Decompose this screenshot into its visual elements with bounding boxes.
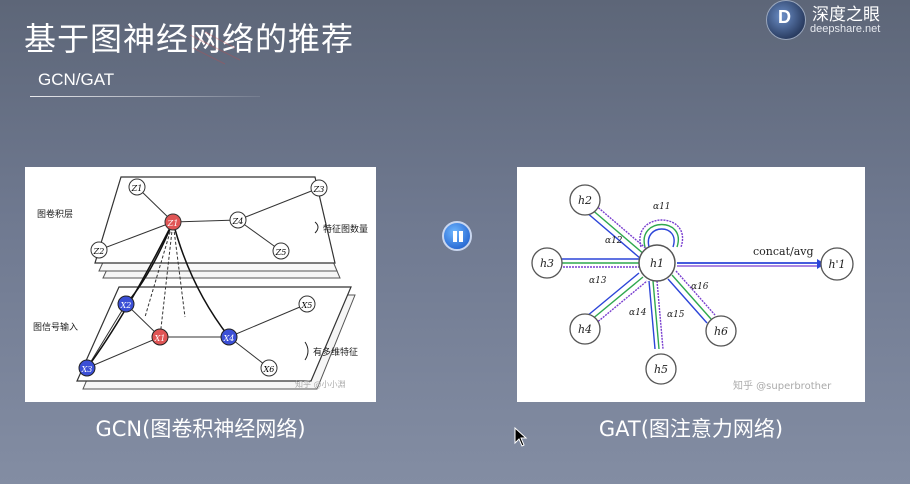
label-multi-features: 有多维特征 (313, 346, 358, 358)
subtitle-underline (30, 96, 260, 97)
gat-output-node: h'1 (828, 258, 845, 271)
concat-avg-label: concat/avg (753, 245, 814, 258)
gat-alpha-12: α12 (605, 236, 623, 246)
mouse-cursor-icon (514, 427, 528, 447)
gat-alpha-16: α16 (691, 282, 709, 292)
top-node-z4: Z4 (232, 217, 244, 226)
top-node-z3: Z3 (313, 185, 325, 194)
gat-node-h1: h1 (650, 257, 664, 270)
gat-node-h4: h4 (578, 323, 592, 336)
gat-alpha-11: α11 (653, 202, 671, 212)
red-stamp-watermark (189, 31, 241, 65)
gcn-caption: GCN(图卷积神经网络) (95, 417, 306, 441)
gat-watermark: 知乎 @superbrother (733, 379, 832, 392)
bottom-node-x3: X3 (81, 365, 93, 374)
top-node-z2: Z2 (93, 247, 105, 256)
slide-subtitle: GCN/GAT (38, 70, 115, 89)
bottom-node-x4: X4 (223, 334, 235, 343)
gat-caption: GAT(图注意力网络) (598, 417, 784, 441)
gat-node-h5: h5 (654, 363, 668, 376)
bottom-node-x1: X1 (154, 334, 166, 343)
gat-node-h3: h3 (540, 257, 554, 270)
gcn-figure: Z1 Z2 Z1 Z4 Z3 Z5 X2 X3 X1 X4 X5 X6 图卷积层… (25, 167, 376, 402)
bottom-node-x5: X5 (301, 301, 313, 310)
top-node-z5: Z5 (275, 248, 287, 257)
logo-name-en: deepshare.net (810, 23, 881, 35)
logo-name-cn: 深度之眼 (812, 5, 880, 25)
bottom-node-x6: X6 (263, 365, 275, 374)
gat-alpha-15: α15 (667, 310, 685, 320)
gat-alpha-14: α14 (629, 308, 647, 318)
top-node-center: Z1 (167, 219, 179, 228)
deepshare-logo: D 深度之眼 deepshare.net (766, 0, 910, 40)
gat-node-h6: h6 (714, 325, 728, 338)
top-node-z1: Z1 (131, 184, 143, 193)
bottom-node-x2: X2 (120, 301, 132, 310)
pause-button[interactable] (442, 221, 472, 251)
label-conv-layer: 图卷积层 (37, 208, 73, 220)
logo-letter: D (778, 7, 791, 27)
gat-figure: h1 h2 h3 h4 h5 h6 h'1 α11 α12 α13 α14 α1… (517, 167, 865, 402)
label-signal-input: 图信号输入 (33, 321, 78, 333)
gat-alpha-13: α13 (589, 276, 607, 286)
gcn-watermark: 知乎 @小小淵 (295, 379, 346, 389)
gat-node-h2: h2 (578, 194, 592, 207)
label-feature-maps: 特征图数量 (323, 223, 368, 235)
